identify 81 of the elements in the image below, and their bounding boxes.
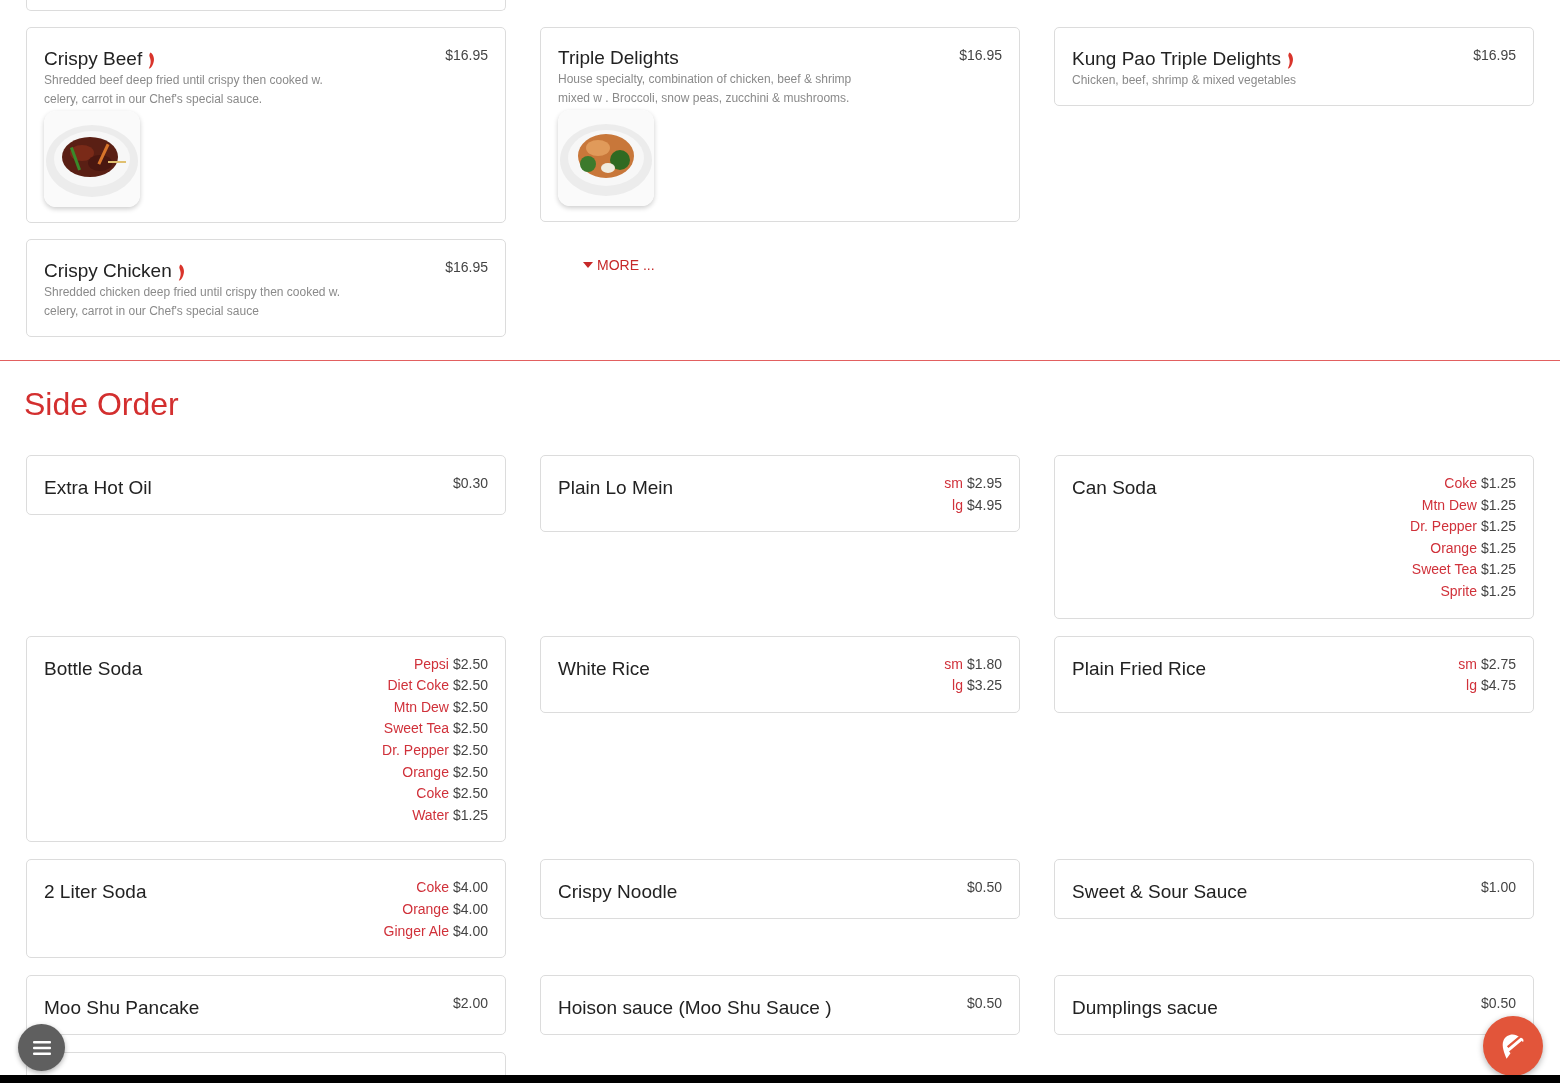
item-name: Dumplings sacue — [1072, 996, 1218, 1020]
size-label: lg — [952, 677, 963, 694]
item-price: $2.50 — [452, 785, 488, 802]
item-price: $2.50 — [452, 720, 488, 737]
item-price: $2.75 — [1480, 655, 1516, 672]
item-price: $0.30 — [452, 475, 488, 491]
item-price: $0.50 — [966, 995, 1002, 1012]
size-label: Mtn Dew — [1421, 496, 1477, 513]
item-price: $1.25 — [1480, 475, 1516, 491]
size-label: Mtn Dew — [393, 698, 449, 715]
more-link[interactable]: MORE ... — [583, 257, 655, 273]
item-price: $1.80 — [966, 655, 1002, 672]
item-name: Can Soda — [1072, 476, 1157, 499]
item-name: Plain Lo Mein — [558, 476, 674, 499]
size-label: Orange — [402, 763, 449, 780]
item-price: $2.95 — [966, 475, 1002, 491]
size-label: Orange — [402, 900, 449, 917]
size-label: Ginger Ale — [383, 922, 449, 939]
item-price: $4.00 — [452, 900, 488, 917]
item-price: $2.50 — [452, 763, 488, 780]
size-label: Sprite — [1440, 582, 1477, 599]
item-price: $16.95 — [445, 47, 488, 63]
item-name: Sweet & Sour Sauce — [1072, 880, 1248, 904]
item-price: $0.50 — [966, 879, 1002, 896]
size-label: Pepsi — [413, 655, 449, 672]
item-price: $16.95 — [959, 47, 1002, 63]
size-label: Coke — [416, 785, 449, 802]
item-price: $16.95 — [1473, 47, 1516, 63]
item-price: $1.25 — [1480, 582, 1516, 599]
item-price: $2.50 — [452, 741, 488, 758]
size-label: Coke — [1444, 475, 1477, 491]
item-name: Crispy Noodle — [558, 880, 678, 904]
item-price: $0.50 — [1480, 995, 1516, 1012]
item-price: $16.95 — [445, 259, 488, 275]
item-name: Kung Pao Triple Delights — [1072, 47, 1282, 70]
size-label: Dr. Pepper — [382, 741, 449, 758]
size-label: sm — [944, 475, 963, 491]
size-label: lg — [952, 496, 963, 513]
item-name: White Rice — [558, 656, 650, 680]
size-label: Sweet Tea — [1411, 561, 1477, 578]
item-description: Shredded chicken deep fried until crispy then cooked w. celery, carrot in our Chef's special sauce — [44, 284, 342, 320]
item-price: $4.75 — [1480, 677, 1516, 694]
item-price: $2.00 — [452, 995, 488, 1012]
item-price: $4.95 — [966, 496, 1002, 513]
item-name: Triple Delights — [558, 47, 679, 69]
item-price: $1.25 — [1480, 496, 1516, 513]
item-name: Crispy Beef — [44, 47, 143, 70]
size-label: sm — [1458, 655, 1477, 672]
item-description: Shredded beef deep fried until crispy then cooked w. celery, carrot in our Chef's special sauce. — [44, 72, 324, 108]
menu-icon — [32, 1040, 51, 1055]
item-price: $4.00 — [452, 922, 488, 939]
item-price: $1.25 — [1480, 539, 1516, 556]
size-label: Coke — [416, 879, 449, 896]
order-button[interactable] — [1483, 1016, 1543, 1076]
size-label: Orange — [1430, 539, 1477, 556]
item-description: House specialty, combination of chicken, beef & shrimp mixed w . Broccoli, snow peas, zucchini & mushrooms. — [558, 71, 853, 107]
item-name: 2 Liter Soda — [44, 880, 147, 904]
section-title: Side Order — [24, 385, 180, 423]
item-name: Extra Hot Oil — [44, 476, 152, 499]
item-name: Crispy Chicken — [44, 259, 172, 282]
size-label: lg — [1466, 677, 1477, 694]
caret-icon — [583, 262, 593, 268]
size-label: Sweet Tea — [383, 720, 449, 737]
size-label: Dr. Pepper — [1410, 518, 1477, 535]
item-price: $1.25 — [1480, 518, 1516, 535]
item-price: $1.25 — [1480, 561, 1516, 578]
item-price: $1.00 — [1480, 879, 1516, 896]
item-name: Plain Fried Rice — [1072, 656, 1207, 680]
item-name: Bottle Soda — [44, 656, 143, 680]
size-label: Diet Coke — [387, 677, 449, 694]
item-price: $2.50 — [452, 698, 488, 715]
item-price: $3.25 — [966, 677, 1002, 694]
item-name: Moo Shu Pancake — [44, 996, 200, 1020]
item-price: $1.25 — [452, 806, 488, 823]
item-name: Hoison sauce (Moo Shu Sauce ) — [558, 996, 832, 1020]
item-price: $2.50 — [452, 655, 488, 672]
size-label: sm — [944, 655, 963, 672]
item-price: $4.00 — [452, 879, 488, 896]
item-description: Chicken, beef, shrimp & mixed vegetables — [1072, 72, 1298, 89]
size-label: Water — [412, 806, 449, 823]
item-price: $2.50 — [452, 677, 488, 694]
